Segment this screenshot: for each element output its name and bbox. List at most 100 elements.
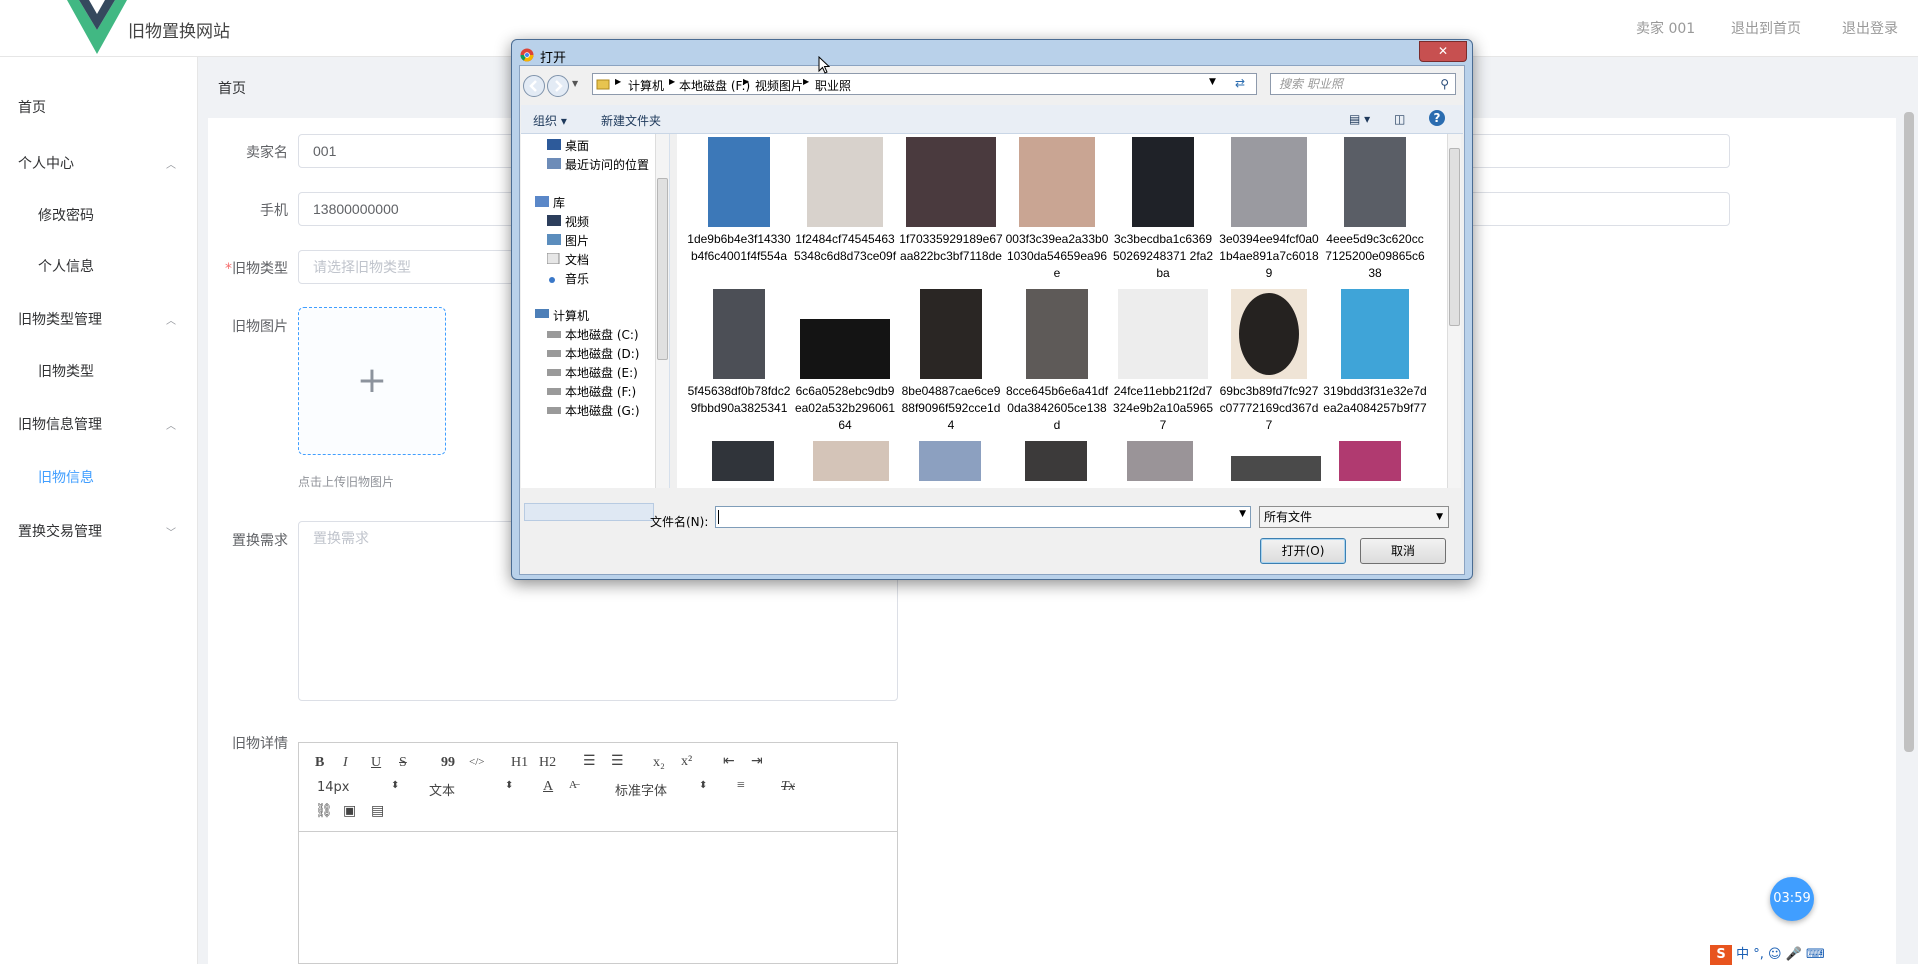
filename-input[interactable]: ▼ [715,506,1251,528]
close-button[interactable]: ✕ [1419,41,1467,62]
nav-item-documents[interactable]: 文档 [565,251,589,268]
file-list-scrollbar[interactable] [1447,134,1461,488]
font-color-icon[interactable]: A [543,779,553,795]
h1-icon[interactable]: H1 [511,755,528,771]
file-item[interactable]: 1f2484cf745454635348c6d8d73ce09f [793,137,897,265]
nav-item-libraries[interactable]: 库 [553,194,565,211]
address-bar[interactable]: ▶ 计算机 ▶ 本地磁盘 (F:) ▶ 视频图片 ▶ 职业照 ▼ ⇄ [592,73,1257,95]
indent-icon[interactable]: ⇥ [751,753,763,770]
bold-icon[interactable]: B [315,755,324,771]
file-item[interactable]: 4eee5d9c3c620cc7125200e09865c638 [1323,137,1427,282]
sidebar-item-personal-info[interactable]: 个人信息 [38,256,94,276]
sidebar-group-personal[interactable]: 个人中心 [18,153,74,173]
file-thumbnail[interactable] [813,441,889,481]
breadcrumb[interactable]: 首页 [218,78,246,98]
file-item[interactable]: 8be04887cae6ce988f9096f592cce1d4 [899,289,1003,434]
back-button[interactable] [523,75,545,97]
file-type-select[interactable]: 所有文件 ▼ [1259,506,1449,528]
file-thumbnail[interactable] [712,441,774,481]
nav-item-desktop[interactable]: 桌面 [565,137,589,154]
sidebar-item-item-info[interactable]: 旧物信息 [38,467,94,487]
file-item[interactable]: 3e0394ee94fcf0a01b4ae891a7c60189 [1217,137,1321,282]
back-home-link[interactable]: 退出到首页 [1731,18,1801,38]
outdent-icon[interactable]: ⇤ [723,753,735,770]
file-item[interactable]: 319bdd3f31e32e7dea2a4084257b9f77 [1323,289,1427,417]
link-icon[interactable]: ⛓ [315,803,333,820]
image-icon[interactable]: ▣ [343,803,356,820]
quote-icon[interactable]: 99 [441,755,455,771]
clear-format-icon[interactable]: Tx [781,779,795,795]
sidebar-item-item-type[interactable]: 旧物类型 [38,361,94,381]
type-select[interactable]: 请选择旧物类型 [298,250,514,284]
video-icon[interactable]: ▤ [371,803,384,820]
file-item[interactable]: 8cce645b6e6a41df0da3842605ce138d [1005,289,1109,434]
sidebar-group-type-mgmt[interactable]: 旧物类型管理 [18,309,102,329]
logout-link[interactable]: 退出登录 [1842,18,1898,38]
floating-clock[interactable]: 03:59 [1770,877,1814,921]
nav-item-music[interactable]: 音乐 [565,270,589,287]
file-thumbnail[interactable] [1025,441,1087,481]
user-name[interactable]: 卖家 001 [1636,18,1695,38]
subscript-icon[interactable]: x₂ [653,755,665,771]
superscript-icon[interactable]: x² [681,754,692,770]
view-options-icon[interactable]: ▤ ▾ [1349,112,1370,126]
nav-item-recent[interactable]: 最近访问的位置 [565,156,649,173]
font-family-select[interactable]: 标准字体 [615,780,667,799]
breadcrumb-drive-f[interactable]: 本地磁盘 (F:) [679,77,750,94]
ime-toolbar[interactable]: S 中 °, ☺ 🎤 ⌨ [1710,943,1918,965]
italic-icon[interactable]: I [343,755,348,771]
h2-icon[interactable]: H2 [539,755,556,771]
nav-item-drive-g[interactable]: 本地磁盘 (G:) [565,402,640,419]
cancel-button[interactable]: 取消 [1360,538,1446,564]
nav-item-drive-f[interactable]: 本地磁盘 (F:) [565,383,636,400]
ordered-list-icon[interactable]: ☰ [583,753,596,770]
file-item[interactable]: 3c3becdba1c636950269248371 2fa2ba [1111,137,1215,282]
nav-item-drive-c[interactable]: 本地磁盘 (C:) [565,326,639,343]
search-input[interactable]: 搜索 职业照 ⚲ [1270,73,1456,95]
file-thumbnail[interactable] [919,441,981,481]
file-item[interactable]: 003f3c39ea2a33b01030da54659ea96e [1005,137,1109,282]
chevron-down-icon[interactable]: ▼ [1239,509,1246,519]
file-thumbnail[interactable] [1339,441,1401,481]
breadcrumb-professional-photos[interactable]: 职业照 [815,77,851,94]
file-list-scroll-thumb[interactable] [1449,148,1460,326]
bullet-list-icon[interactable]: ☰ [611,753,624,770]
nav-item-drive-d[interactable]: 本地磁盘 (D:) [565,345,639,362]
file-item[interactable]: 5f45638df0b78fdc29fbbd90a3825341 [687,289,791,417]
file-item[interactable]: 69bc3b89fd7fc927c07772169cd367d7 [1217,289,1321,434]
nav-scrollbar[interactable] [655,134,669,488]
nav-item-computer[interactable]: 计算机 [553,307,589,324]
file-thumbnail[interactable] [1127,441,1193,481]
recent-locations-icon[interactable]: ▼ [572,79,578,88]
block-type-select[interactable]: 文本 [429,780,455,799]
align-icon[interactable]: ≡ [737,778,745,794]
breadcrumb-video-images[interactable]: 视频图片 [755,77,803,94]
organize-button[interactable]: 组织 ▾ [533,112,567,129]
help-icon[interactable]: ? [1429,110,1445,126]
strike-icon[interactable]: S [399,755,407,771]
file-item[interactable]: 6c6a0528ebc9db9ea02a532b29606164 [793,289,897,434]
forward-button[interactable] [547,75,569,97]
code-icon[interactable]: </> [469,756,484,768]
background-color-icon[interactable]: A̶ [569,779,577,791]
breadcrumb-computer[interactable]: 计算机 [628,77,664,94]
nav-scroll-thumb[interactable] [657,178,668,360]
open-button[interactable]: 打开(O) [1260,538,1346,564]
rich-text-editor[interactable]: B I U S 99 </> H1 H2 ☰ ☰ x₂ x² ⇤ ⇥ 14px … [298,742,898,964]
file-item[interactable]: 24fce11ebb21f2d7324e9b2a10a59657 [1111,289,1215,434]
nav-item-pictures[interactable]: 图片 [565,232,589,249]
chevron-down-icon[interactable]: ▼ [1209,77,1216,87]
new-folder-button[interactable]: 新建文件夹 [601,112,661,129]
file-item[interactable]: 1de9b6b4e3f14330b4f6c4001f4f554a [687,137,791,265]
sidebar-group-trade-mgmt[interactable]: 置换交易管理 [18,521,102,541]
image-upload-button[interactable]: + [298,307,446,455]
sidebar-group-info-mgmt[interactable]: 旧物信息管理 [18,414,102,434]
nav-item-drive-e[interactable]: 本地磁盘 (E:) [565,364,638,381]
nav-item-videos[interactable]: 视频 [565,213,589,230]
font-size-select[interactable]: 14px [317,780,350,795]
file-thumbnail[interactable] [1231,456,1321,481]
sidebar-item-home[interactable]: 首页 [18,97,46,117]
file-item[interactable]: 1f70335929189e67aa822bc3bf7118de [899,137,1003,265]
sidebar-item-change-password[interactable]: 修改密码 [38,205,94,225]
page-scrollbar[interactable] [1904,112,1914,752]
